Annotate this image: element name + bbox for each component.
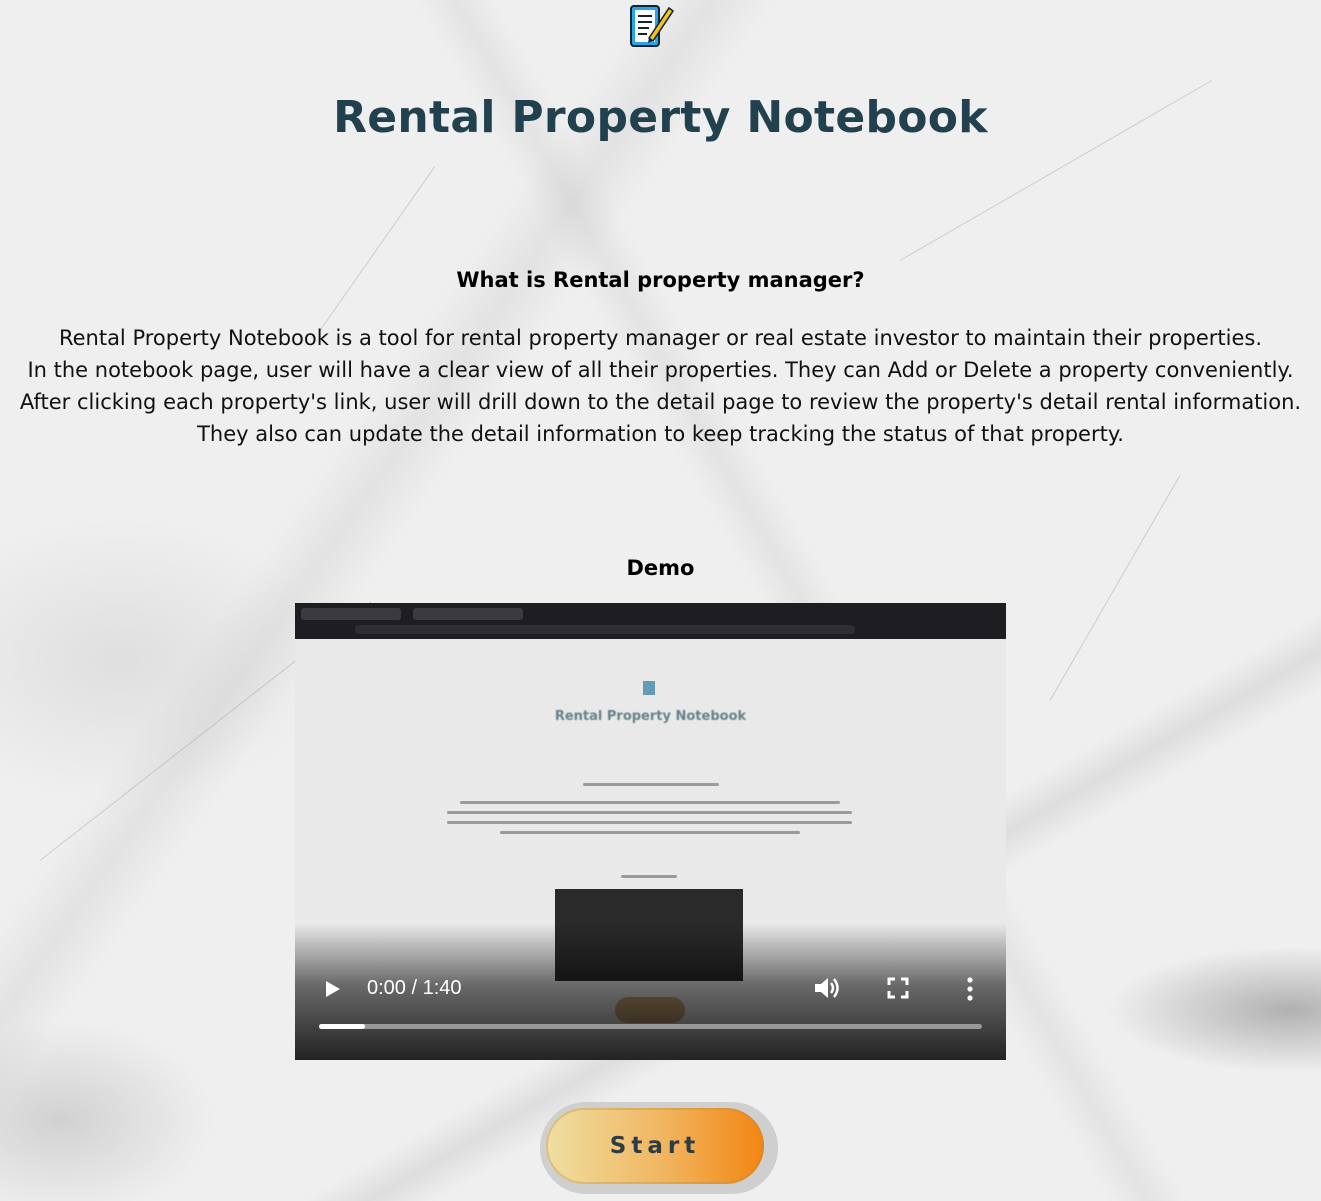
video-controls: 0:00 / 1:40 [295,973,1006,1003]
video-preview-title: Rental Property Notebook [554,709,747,724]
video-browser-chrome [295,603,1006,639]
fullscreen-icon[interactable] [887,977,909,999]
page-title: Rental Property Notebook [333,92,988,143]
volume-icon[interactable] [813,975,841,1001]
video-preview-text [447,821,852,824]
start-button-frame: Start [540,1102,778,1194]
video-browser-tab [301,608,401,620]
notebook-pencil-icon [630,5,675,47]
video-preview-text [460,801,840,804]
video-preview-logo [643,681,655,695]
video-address-bar [355,625,855,634]
video-preview-text [621,875,677,878]
demo-video[interactable]: Rental Property Notebook 0:00 / 1:40 [295,603,1006,1060]
play-icon[interactable] [323,979,343,999]
about-line: In the notebook page, user will have a c… [27,358,1294,382]
about-description: Rental Property Notebook is a tool for r… [0,322,1321,450]
video-preview-text [583,783,719,786]
about-line: They also can update the detail informat… [197,422,1124,446]
video-progress-bar[interactable] [319,1024,982,1029]
video-time: 0:00 / 1:40 [367,977,462,999]
start-button[interactable]: Start [546,1108,764,1184]
marble-vein [319,166,436,331]
about-heading: What is Rental property manager? [456,268,865,292]
about-line: After clicking each property's link, use… [19,390,1302,414]
marble-vein [1049,475,1181,701]
video-progress-fill [319,1024,366,1029]
demo-heading: Demo [626,556,695,580]
video-preview-text [500,831,800,834]
video-preview-text [447,811,852,814]
about-line: Rental Property Notebook is a tool for r… [58,326,1263,350]
more-options-icon[interactable] [961,976,979,1002]
video-browser-tab [413,608,523,620]
